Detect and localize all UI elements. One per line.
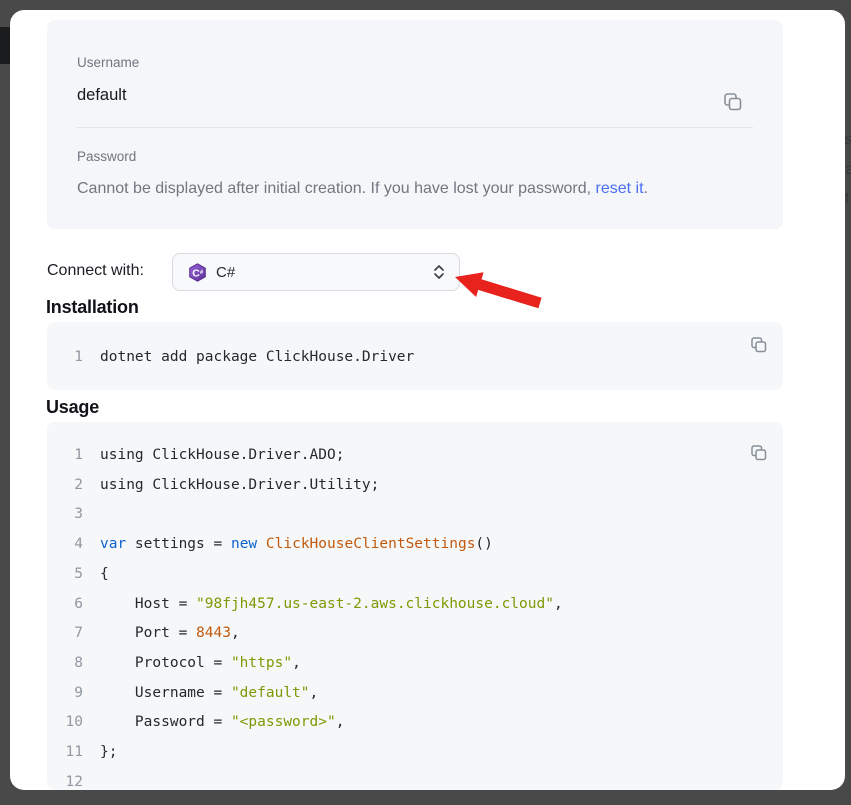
code-text: { bbox=[100, 560, 109, 590]
password-note-suffix: . bbox=[644, 180, 648, 197]
code-line: 12 bbox=[47, 768, 783, 790]
code-line: 11}; bbox=[47, 738, 783, 768]
code-line: 8 Protocol = "https", bbox=[47, 649, 783, 679]
username-label: Username bbox=[77, 55, 139, 70]
copy-usage-code-button[interactable] bbox=[749, 443, 769, 463]
connection-details-modal: Username default Password Cannot be disp… bbox=[10, 10, 845, 790]
copy-username-button[interactable] bbox=[721, 90, 745, 114]
usage-code-block: 1 using ClickHouse.Driver.ADO; 2 using Clic… bbox=[47, 422, 783, 790]
code-line: 3 bbox=[47, 500, 783, 530]
copy-icon bbox=[749, 343, 769, 358]
line-number: 7 bbox=[47, 619, 83, 649]
line-number: 3 bbox=[47, 500, 83, 530]
password-note-text: Cannot be displayed after initial creati… bbox=[77, 180, 596, 197]
code-line: 10 Password = "<password>", bbox=[47, 708, 783, 738]
reset-password-link[interactable]: reset it bbox=[596, 180, 644, 197]
usage-heading: Usage bbox=[46, 397, 99, 418]
chevron-up-down-icon bbox=[433, 263, 445, 281]
code-line: 6 Host = "98fjh457.us-east-2.aws.clickho… bbox=[47, 590, 783, 620]
background-text-fragment: t bbox=[845, 190, 849, 208]
line-number: 1 bbox=[47, 441, 83, 471]
code-text: Username = "default", bbox=[100, 679, 318, 709]
code-text: Host = "98fjh457.us-east-2.aws.clickhous… bbox=[100, 590, 563, 620]
code-text: Port = 8443, bbox=[100, 619, 240, 649]
line-number: 2 bbox=[47, 471, 83, 501]
installation-code-block: 1 dotnet add package ClickHouse.Driver bbox=[47, 322, 783, 390]
card-divider bbox=[77, 127, 753, 128]
line-number: 9 bbox=[47, 679, 83, 709]
line-number: 6 bbox=[47, 590, 83, 620]
code-text: }; bbox=[100, 738, 117, 768]
credentials-card: Username default Password Cannot be disp… bbox=[47, 20, 783, 229]
line-number: 10 bbox=[47, 708, 83, 738]
code-text: using ClickHouse.Driver.ADO; bbox=[100, 441, 344, 471]
username-value: default bbox=[77, 86, 127, 105]
line-number: 4 bbox=[47, 530, 83, 560]
code-text: Protocol = "https", bbox=[100, 649, 301, 679]
installation-heading: Installation bbox=[46, 297, 139, 318]
code-line: 5{ bbox=[47, 560, 783, 590]
code-text: Password = "<password>", bbox=[100, 708, 344, 738]
background-text-fragment: s bbox=[844, 131, 851, 149]
code-line: 2 using ClickHouse.Driver.Utility; bbox=[47, 471, 783, 501]
red-arrow-annotation bbox=[450, 258, 560, 320]
page-background: { "colors": { "overlay": "#494949", "mod… bbox=[0, 0, 851, 805]
password-label: Password bbox=[77, 149, 136, 164]
line-number: 1 bbox=[47, 343, 83, 371]
copy-icon bbox=[749, 451, 769, 466]
line-number: 11 bbox=[47, 738, 83, 768]
csharp-icon: C # bbox=[188, 263, 207, 282]
code-line: 7 Port = 8443, bbox=[47, 619, 783, 649]
code-line: 9 Username = "default", bbox=[47, 679, 783, 709]
copy-installation-code-button[interactable] bbox=[749, 335, 769, 355]
code-line: 4 var settings = new ClickHouseClientSett… bbox=[47, 530, 783, 560]
selected-language-label: C# bbox=[216, 264, 235, 281]
code-text: using ClickHouse.Driver.Utility; bbox=[100, 471, 379, 501]
code-line: 1 using ClickHouse.Driver.ADO; bbox=[47, 441, 783, 471]
line-number: 12 bbox=[47, 768, 83, 790]
code-text: var settings = new ClickHouseClientSetti… bbox=[100, 530, 493, 560]
connect-with-label: Connect with: bbox=[47, 262, 144, 280]
line-number: 8 bbox=[47, 649, 83, 679]
code-text: dotnet add package ClickHouse.Driver bbox=[100, 343, 414, 371]
line-number: 5 bbox=[47, 560, 83, 590]
language-select[interactable]: C # C# bbox=[172, 253, 460, 291]
background-dark-element bbox=[0, 27, 10, 64]
copy-icon bbox=[721, 102, 745, 117]
password-note: Cannot be displayed after initial creati… bbox=[77, 180, 648, 198]
code-line: 1 dotnet add package ClickHouse.Driver bbox=[47, 343, 783, 371]
